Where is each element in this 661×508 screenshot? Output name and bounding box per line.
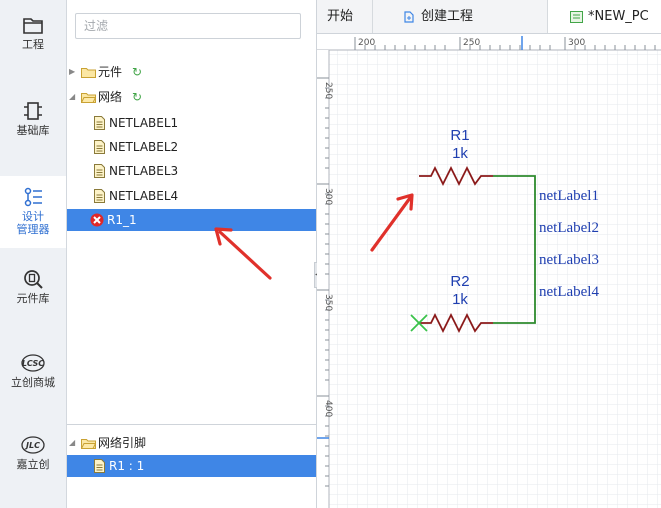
r1-designator[interactable]: R1	[450, 127, 469, 144]
project-icon	[404, 11, 414, 23]
document-icon	[94, 140, 105, 154]
tab-label: 创建工程	[421, 9, 474, 24]
tree-node-label: 网络	[98, 90, 123, 104]
tab-start[interactable]: 开始	[317, 0, 373, 33]
net-label[interactable]: netLabel3	[539, 252, 599, 268]
tree-item-label: R1 : 1	[109, 459, 145, 473]
nav-jlc-label: 嘉立创	[16, 458, 50, 471]
ruler-tick-label: 300	[568, 38, 585, 48]
ruler-tick-label: 350	[323, 294, 333, 311]
tree-item-label: NETLABEL3	[109, 164, 179, 178]
left-nav-bar: 工程 基础库 设计 管理器 元件库 LCSC 立创商城 JLC 嘉立创	[0, 0, 67, 508]
nav-jlc[interactable]: JLC 嘉立创	[0, 434, 66, 490]
nav-basic-library-label: 基础库	[16, 124, 50, 137]
folder-icon	[23, 18, 43, 34]
tree-item-netlabel[interactable]: NETLABEL1	[67, 112, 316, 134]
ruler-top: 200 250 300	[317, 34, 661, 51]
nav-component-library-label: 元件库	[16, 292, 50, 305]
r2-designator[interactable]: R2	[450, 273, 469, 290]
net-label[interactable]: netLabel4	[539, 284, 599, 300]
tab-bar: 开始 创建工程 *NEW_PC	[317, 0, 661, 34]
tree-node-label: 网络引脚	[98, 436, 147, 450]
tab-create-project[interactable]: 创建工程	[373, 0, 548, 33]
lcsc-logo-icon: LCSC	[21, 354, 45, 372]
tree-node-net-pins[interactable]: ◢ 网络引脚	[67, 432, 316, 454]
tree-item-label: NETLABEL1	[109, 116, 179, 130]
document-icon	[94, 189, 105, 203]
tree-node-nets[interactable]: ◢ 网络 ↻	[67, 86, 316, 108]
nav-basic-library[interactable]: 基础库	[0, 100, 66, 156]
ruler-tick-label: 250	[463, 38, 480, 48]
refresh-icon[interactable]: ↻	[132, 61, 142, 83]
ruler-tick-label: 250	[323, 82, 333, 99]
svg-text:JLC: JLC	[24, 441, 40, 450]
design-manager-icon	[24, 187, 42, 207]
tree-node-label: 元件	[98, 65, 123, 79]
panel-divider[interactable]	[67, 424, 316, 425]
schematic-icon	[570, 11, 583, 23]
svg-text:LCSC: LCSC	[22, 359, 44, 368]
tree-item-net-selected[interactable]: R1_1	[67, 209, 316, 231]
document-icon	[94, 164, 105, 178]
tree-item-label: NETLABEL4	[109, 189, 179, 203]
ruler-tick-label: 200	[358, 38, 375, 48]
tab-label: *NEW_PC	[588, 9, 649, 24]
library-search-icon	[24, 270, 43, 289]
open-folder-icon	[81, 439, 96, 449]
r1-value[interactable]: 1k	[452, 145, 468, 162]
tab-label: 开始	[327, 9, 354, 24]
tree-item-netlabel[interactable]: NETLABEL3	[67, 160, 316, 182]
tab-new-pcb[interactable]: *NEW_PC	[548, 0, 661, 33]
r2-value[interactable]: 1k	[452, 291, 468, 308]
ruler-tick-label: 400	[323, 400, 333, 417]
schematic-canvas[interactable]: 200 250 300 250 300 350 400 R1 1k R2 1k …	[317, 34, 661, 508]
collapse-arrow-icon[interactable]: ◢	[69, 86, 75, 108]
nav-design-manager[interactable]: 设计 管理器	[0, 176, 66, 248]
component-icon	[24, 102, 42, 120]
net-label[interactable]: netLabel2	[539, 220, 599, 236]
document-icon	[94, 459, 105, 473]
jlc-logo-icon: JLC	[21, 436, 45, 454]
net-label[interactable]: netLabel1	[539, 188, 599, 204]
document-icon	[94, 116, 105, 130]
nav-design-manager-label: 设计 管理器	[16, 210, 50, 236]
tree-item-netlabel[interactable]: NETLABEL4	[67, 185, 316, 207]
open-folder-icon	[81, 93, 96, 103]
refresh-icon[interactable]: ↻	[132, 86, 142, 108]
ruler-tick-label: 300	[323, 188, 333, 205]
tree-node-components[interactable]: ▶ 元件 ↻	[67, 61, 316, 83]
nav-lcsc-mall-label: 立创商城	[11, 376, 55, 389]
tree-item-label: NETLABEL2	[109, 140, 179, 154]
nav-component-library[interactable]: 元件库	[0, 268, 66, 324]
collapse-arrow-icon[interactable]: ◢	[69, 432, 75, 454]
tree-item-label: R1_1	[107, 213, 137, 227]
error-icon	[90, 213, 104, 227]
tree-item-pin-selected[interactable]: R1 : 1	[67, 455, 316, 477]
nav-lcsc-mall[interactable]: LCSC 立创商城	[0, 352, 66, 408]
expand-arrow-icon[interactable]: ▶	[69, 61, 75, 83]
filter-input[interactable]	[75, 13, 301, 39]
tree-item-netlabel[interactable]: NETLABEL2	[67, 136, 316, 158]
nav-project-label: 工程	[22, 38, 44, 51]
nav-project[interactable]: 工程	[0, 14, 66, 70]
folder-icon	[81, 68, 96, 78]
design-manager-panel: ▶ 元件 ↻ ◢ 网络 ↻ NETLABEL1 NETLABEL2 NETLAB…	[67, 0, 317, 508]
